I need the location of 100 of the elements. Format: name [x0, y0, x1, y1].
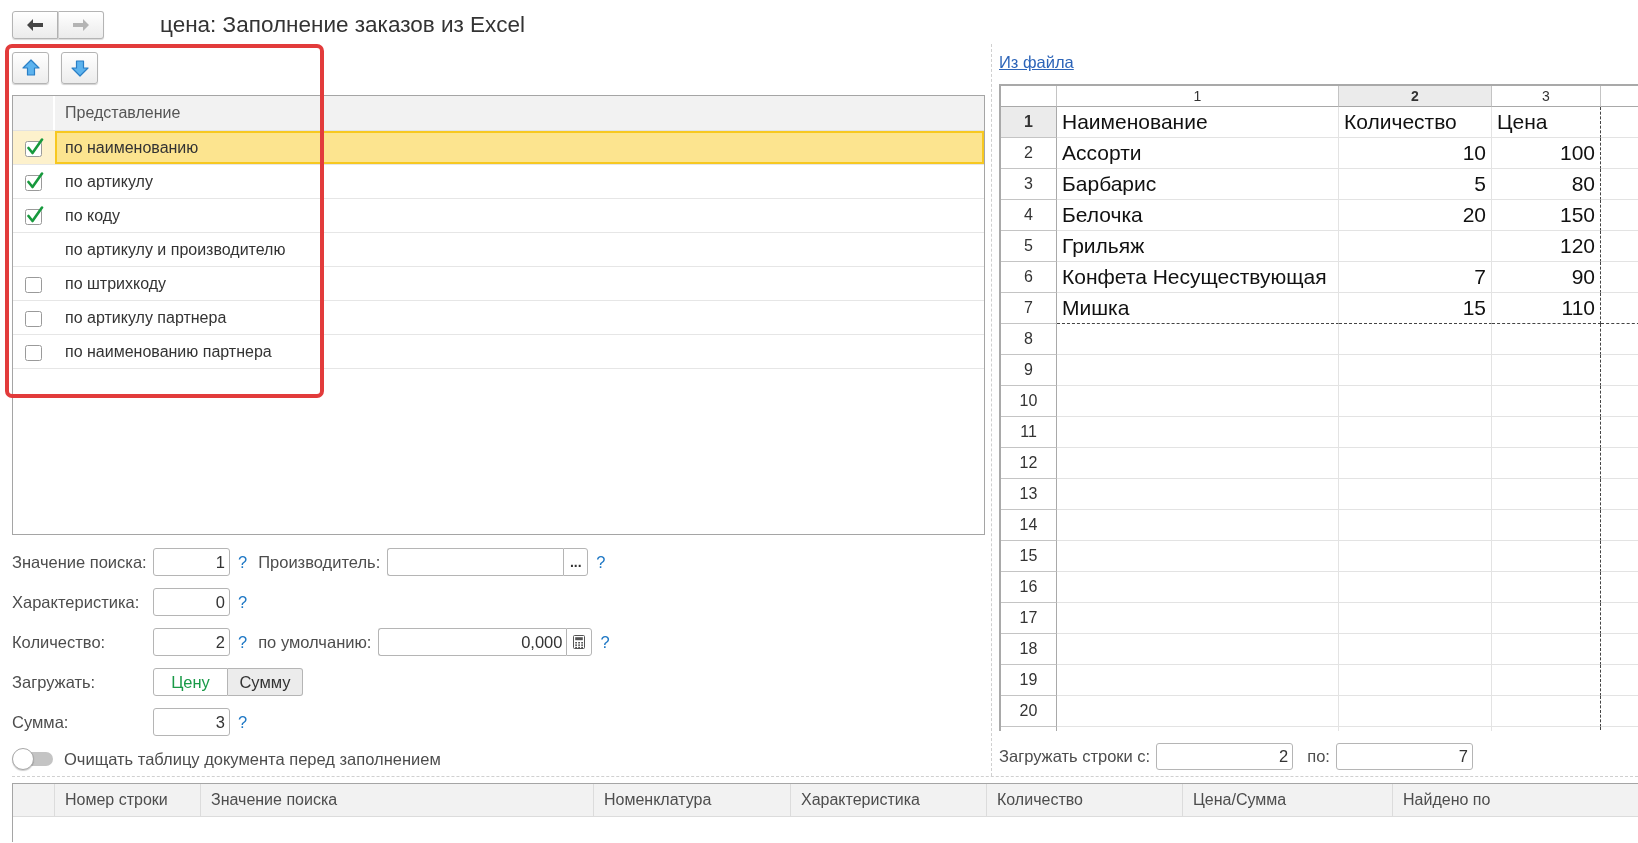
help-link[interactable]: ? [600, 632, 610, 652]
field-label: Характеристика: [12, 592, 141, 612]
column-header: Найдено по [1402, 790, 1492, 810]
table-row[interactable]: по артикулу партнера [13, 301, 984, 335]
field-label: по умолчанию: [258, 632, 372, 652]
table-cell: 100 [1492, 138, 1601, 169]
row-header[interactable]: 9 [1001, 355, 1057, 386]
arrow-right-icon [73, 18, 89, 31]
help-link[interactable]: ? [238, 632, 248, 652]
column-header: Номенклатура [594, 784, 791, 816]
row-header[interactable]: 11 [1001, 417, 1057, 448]
help-link[interactable]: ? [238, 552, 248, 572]
row-header[interactable]: 12 [1001, 448, 1057, 479]
table-cell: Наименование [1057, 107, 1339, 138]
table-cell: 5 [1339, 169, 1492, 200]
table-cell: 120 [1492, 231, 1601, 262]
checkbox[interactable] [24, 205, 44, 226]
window-title: цена: Заполнение заказов из Excel [160, 11, 526, 38]
column-header: Цена/Сумма [1183, 784, 1393, 816]
checkbox[interactable] [24, 137, 44, 158]
input-field[interactable]: 3 [153, 708, 230, 736]
table-cell: Ассорти [1057, 138, 1339, 169]
table-cell-text: по артикулу и производителю [64, 239, 287, 260]
table-cell: Барбарис [1057, 169, 1339, 200]
help-link[interactable]: ? [238, 592, 248, 612]
row-header[interactable]: 6 [1001, 262, 1057, 293]
table-cell-text: по наименованию партнера [64, 341, 273, 362]
table-cell: 20 [1339, 200, 1492, 231]
table-cell: Количество [1339, 107, 1492, 138]
input-field[interactable] [387, 548, 564, 576]
table-cell: 90 [1492, 262, 1601, 293]
column-header: Представление [64, 103, 181, 123]
ellipsis-button[interactable]: ... [563, 548, 589, 576]
checkbox[interactable] [24, 171, 44, 192]
row-header[interactable]: 14 [1001, 510, 1057, 541]
input-field[interactable]: 2 [153, 628, 230, 656]
table-cell: Цена [1492, 107, 1601, 138]
column-header: Характеристика [791, 784, 987, 816]
arrow-up-icon [21, 59, 40, 77]
row-header[interactable]: 4 [1001, 200, 1057, 231]
calculator-icon [573, 635, 586, 649]
row-header[interactable]: 15 [1001, 541, 1057, 572]
row-header[interactable]: 5 [1001, 231, 1057, 262]
input-field[interactable]: 2 [1156, 743, 1294, 770]
table-row[interactable]: по артикулу [13, 165, 984, 199]
row-header[interactable]: 13 [1001, 479, 1057, 510]
row-header[interactable]: 17 [1001, 603, 1057, 634]
table-cell: Грильяж [1057, 231, 1339, 262]
table-cell: Мишка [1057, 293, 1339, 324]
row-header[interactable]: 7 [1001, 293, 1057, 324]
field-label: Количество: [12, 632, 107, 652]
toggle-label: Очищать таблицу документа перед заполнением [64, 749, 441, 769]
toggle-switch[interactable] [12, 748, 54, 770]
column-header[interactable]: 3 [1492, 86, 1601, 107]
table-cell: 80 [1492, 169, 1601, 200]
move-up-button[interactable] [12, 52, 49, 84]
row-header[interactable]: 8 [1001, 324, 1057, 355]
arrow-left-icon [27, 18, 43, 31]
table-row[interactable]: по наименованию партнера [13, 335, 984, 369]
help-link[interactable]: ? [238, 712, 248, 732]
input-field[interactable]: 1 [153, 548, 230, 576]
table-cell: 15 [1339, 293, 1492, 324]
file-link[interactable]: Из файла [999, 53, 1074, 71]
table-cell-text: по артикулу [64, 171, 154, 192]
input-field[interactable]: 0,000 [378, 628, 567, 656]
column-header[interactable]: 2 [1339, 86, 1492, 107]
table-cell: 150 [1492, 200, 1601, 231]
table-row[interactable]: по штрихкоду [13, 267, 984, 301]
back-button[interactable] [12, 10, 58, 39]
row-header[interactable]: 10 [1001, 386, 1057, 417]
table-cell: 7 [1339, 262, 1492, 293]
field-label: Производитель: [258, 552, 381, 572]
field-label: Сумма: [12, 712, 70, 732]
table-cell-text: по коду [64, 205, 122, 226]
table-cell-text: по штрихкоду [64, 273, 168, 294]
row-header[interactable]: 3 [1001, 169, 1057, 200]
row-header[interactable]: 20 [1001, 696, 1057, 727]
table-row[interactable]: по коду [13, 199, 984, 233]
table-cell: 110 [1492, 293, 1601, 324]
segment-button[interactable]: Сумму [228, 668, 303, 696]
row-header[interactable]: 18 [1001, 634, 1057, 665]
row-header[interactable]: 16 [1001, 572, 1057, 603]
input-field[interactable]: 7 [1335, 743, 1473, 770]
field-label: Загружать: [12, 672, 97, 692]
row-header[interactable]: 2 [1001, 138, 1057, 169]
table-row[interactable]: по артикулу и производителю [13, 233, 984, 267]
row-header[interactable]: 19 [1001, 665, 1057, 696]
arrow-down-icon [70, 59, 89, 77]
table-cell: Конфета Несуществующая [1057, 262, 1339, 293]
input-field[interactable]: 0 [153, 588, 230, 616]
table-cell-text: по артикулу партнера [64, 307, 228, 328]
help-link[interactable]: ? [596, 552, 606, 572]
field-label: Значение поиска: [12, 552, 148, 572]
segment-button[interactable]: Цену [153, 668, 228, 696]
move-down-button[interactable] [61, 52, 98, 84]
column-header[interactable]: 1 [1057, 86, 1339, 107]
table-cell: Белочка [1057, 200, 1339, 231]
calculator-button[interactable] [566, 628, 593, 656]
field-label: по: [1307, 747, 1330, 766]
row-header[interactable]: 1 [1001, 107, 1057, 138]
